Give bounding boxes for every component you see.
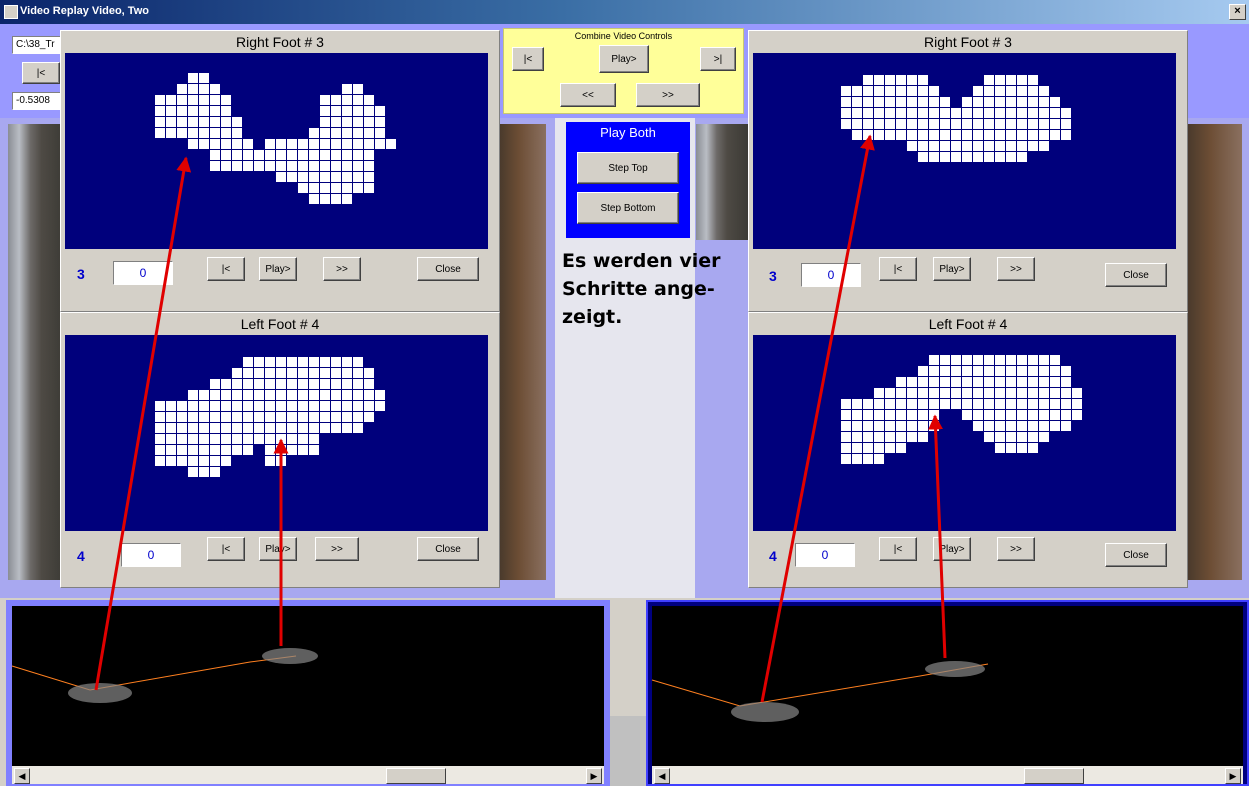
track-line-left — [11, 655, 297, 691]
arrows — [94, 134, 947, 703]
annotation-overlay — [11, 134, 989, 722]
footprint-trace-left — [68, 648, 318, 703]
